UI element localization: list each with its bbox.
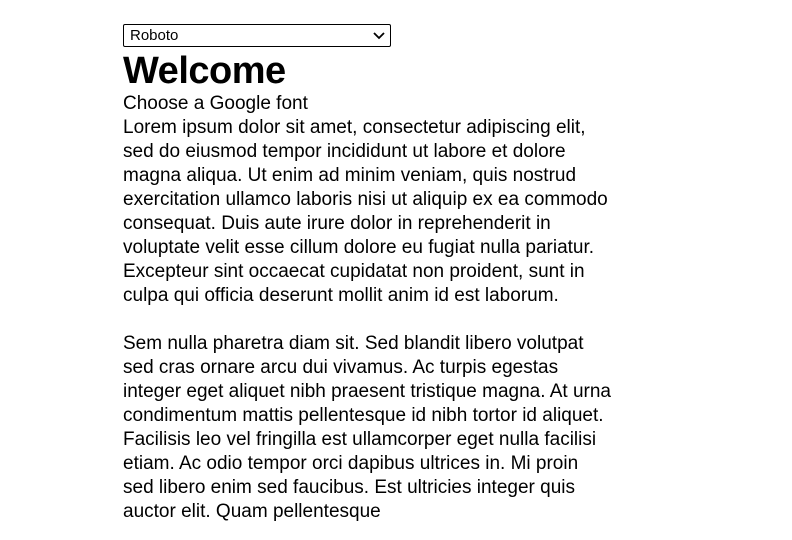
page-content: Roboto Welcome Choose a Google font Lore… xyxy=(123,24,613,524)
font-select-dropdown[interactable]: Roboto xyxy=(123,24,391,47)
subtitle: Choose a Google font xyxy=(123,93,308,114)
font-select-value: Roboto xyxy=(130,27,179,44)
chevron-down-icon xyxy=(372,29,386,43)
page-title: Welcome xyxy=(123,50,286,92)
body-paragraph-1: Lorem ipsum dolor sit amet, consectetur … xyxy=(123,117,608,306)
body-paragraph-2: Sem nulla pharetra diam sit. Sed blandit… xyxy=(123,333,611,522)
